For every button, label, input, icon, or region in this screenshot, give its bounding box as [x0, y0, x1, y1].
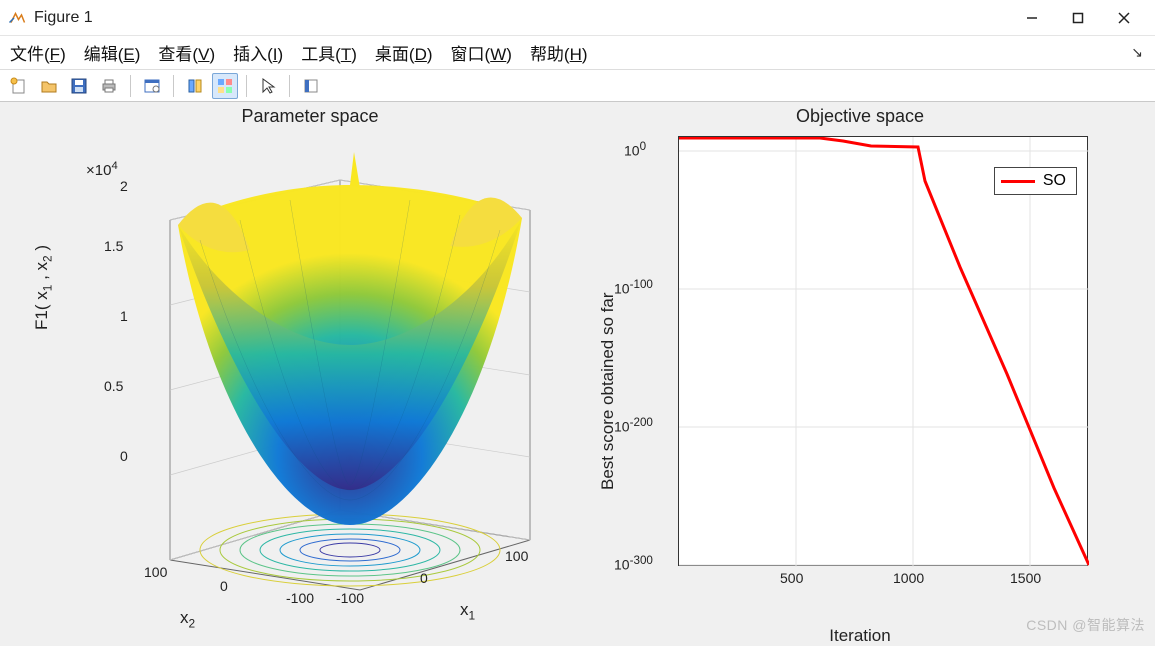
menubar: 文件(F) 编辑(E) 查看(V) 插入(I) 工具(T) 桌面(D) 窗口(W… — [0, 36, 1155, 70]
xlabel: x1 — [460, 600, 475, 622]
ytick: 0 — [220, 578, 228, 594]
xtick-r: 1500 — [1010, 570, 1041, 586]
xtick: -100 — [336, 590, 364, 606]
plot-title-left: Parameter space — [60, 106, 560, 127]
xtick-r: 1000 — [893, 570, 924, 586]
window-titlebar: Figure 1 — [0, 0, 1155, 36]
ylabel: x2 — [180, 608, 195, 630]
menu-view[interactable]: 查看(V) — [158, 40, 215, 65]
toolbar-separator — [130, 75, 131, 97]
menu-insert[interactable]: 插入(I) — [233, 40, 283, 65]
toolbar — [0, 70, 1155, 102]
ytick-r: 100 — [624, 140, 646, 159]
legend-label-so: SO — [1043, 172, 1066, 190]
menu-help[interactable]: 帮助(H) — [530, 40, 588, 65]
watermark: CSDN @智能算法 — [1026, 615, 1145, 635]
subplot-parameter-space[interactable]: Parameter space ×104 — [60, 130, 560, 600]
toolbar-separator — [289, 75, 290, 97]
menu-edit[interactable]: 编辑(E) — [84, 40, 141, 65]
menu-file[interactable]: 文件(F) — [10, 40, 66, 65]
menu-tools[interactable]: 工具(T) — [301, 40, 357, 65]
ztick: 0.5 — [104, 378, 123, 394]
ytick-r: 10-300 — [614, 554, 653, 573]
matlab-icon — [8, 9, 26, 27]
toolbar-separator — [173, 75, 174, 97]
ylabel-right: Best score obtained so far — [598, 292, 618, 490]
save-button[interactable] — [66, 73, 92, 99]
insert-colorbar-button[interactable] — [298, 73, 324, 99]
ztick: 2 — [120, 178, 128, 194]
ytick: -100 — [286, 590, 314, 606]
menu-desktop[interactable]: 桌面(D) — [375, 40, 433, 65]
new-figure-button[interactable] — [6, 73, 32, 99]
legend[interactable]: SO — [994, 167, 1077, 195]
legend-swatch-so — [1001, 180, 1035, 183]
minimize-button[interactable] — [1009, 0, 1055, 36]
plot-title-right: Objective space — [620, 106, 1100, 127]
print-preview-button[interactable] — [139, 73, 165, 99]
axes-right: SO — [678, 136, 1088, 566]
menu-window[interactable]: 窗口(W) — [451, 40, 512, 65]
zlabel: F1( x1 , x2 ) — [32, 245, 54, 330]
link-brush-button[interactable] — [182, 73, 208, 99]
print-button[interactable] — [96, 73, 122, 99]
ytick-r: 10-100 — [614, 278, 653, 297]
pointer-button[interactable] — [255, 73, 281, 99]
window-title: Figure 1 — [34, 9, 93, 27]
surface3d-canvas — [60, 130, 560, 600]
xtick: 0 — [420, 570, 428, 586]
z-multiplier: ×104 — [86, 160, 118, 179]
maximize-button[interactable] — [1055, 0, 1101, 36]
dock-arrow-icon[interactable]: ↘ — [1131, 44, 1143, 61]
xtick: 100 — [505, 548, 528, 564]
toolbar-separator — [246, 75, 247, 97]
subplot-objective-space[interactable]: Objective space Best score obtained so f… — [620, 130, 1100, 600]
ztick: 0 — [120, 448, 128, 464]
close-button[interactable] — [1101, 0, 1147, 36]
ytick-r: 10-200 — [614, 416, 653, 435]
figure-area: Parameter space ×104 — [0, 102, 1155, 641]
xtick-r: 500 — [780, 570, 803, 586]
ztick: 1 — [120, 308, 128, 324]
data-cursor-button[interactable] — [212, 73, 238, 99]
open-button[interactable] — [36, 73, 62, 99]
ytick: 100 — [144, 564, 167, 580]
ztick: 1.5 — [104, 238, 123, 254]
